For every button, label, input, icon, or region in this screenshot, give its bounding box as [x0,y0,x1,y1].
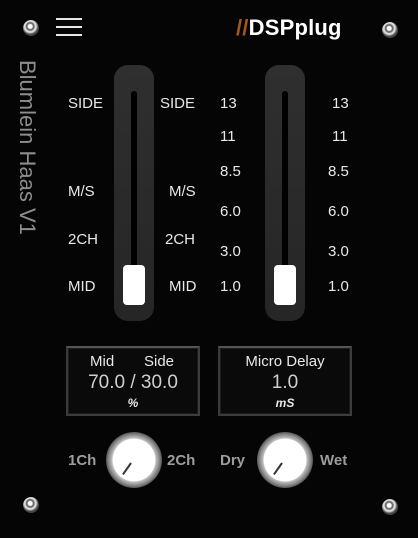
delay-unit: mS [275,396,295,410]
brand-slashes: // [236,15,249,40]
plugin-title: Blumlein Haas V1 [15,60,40,235]
mix-knob-min-label: Dry [220,452,246,469]
delay-scale-left: 8.5 [220,163,241,180]
delay-scale-left: 6.0 [220,203,241,220]
mode-fader[interactable] [114,65,154,321]
delay-scale-left: 13 [220,95,237,112]
plugin-title-container: Blumlein Haas V1 [15,60,50,260]
balance-label-side: Side [144,353,175,370]
screw-icon [382,499,398,515]
mode-label-side-left: SIDE [68,95,104,112]
brand-logo: //DSPplug [236,15,342,41]
delay-scale-left: 11 [220,128,236,145]
mode-label-mid-left: MID [68,278,96,295]
screw-icon [382,22,398,38]
mode-label-2ch-left: 2CH [68,231,99,248]
delay-scale-right: 3.0 [328,243,349,260]
delay-scale-right: 8.5 [328,163,349,180]
balance-value: 70.0 / 30.0 [88,372,178,393]
plugin-panel: //DSPplug Blumlein Haas V1 SIDE M/S 2CH … [0,0,418,538]
mode-label-ms-left: M/S [68,183,95,200]
mode-label-side-right: SIDE [160,95,196,112]
delay-scale-right: 13 [332,95,349,112]
delay-fader[interactable] [265,65,305,321]
mode-label-ms-right: M/S [169,183,196,200]
mode-label-mid-right: MID [169,278,197,295]
mix-knob[interactable] [257,432,313,488]
mix-knob-max-label: Wet [320,452,348,469]
delay-fader-handle[interactable] [274,265,296,305]
delay-scale-left: 3.0 [220,243,241,260]
delay-display: Micro Delay 1.0 mS [218,346,352,416]
screw-icon [23,497,39,513]
mode-label-2ch-right: 2CH [165,231,196,248]
delay-scale-right: 6.0 [328,203,349,220]
channels-knob-min-label: 1Ch [68,452,97,469]
delay-display-label: Micro Delay [245,353,325,370]
channels-knob-max-label: 2Ch [167,452,196,469]
delay-scale-right: 1.0 [328,278,349,295]
delay-scale-right: 11 [332,128,348,145]
knob-indicator [273,462,283,476]
channels-knob[interactable] [106,432,162,488]
mode-fader-handle[interactable] [123,265,145,305]
delay-value: 1.0 [271,372,299,393]
balance-display: Mid Side 70.0 / 30.0 % [66,346,200,416]
brand-name: DSPplug [248,15,342,40]
knob-indicator [122,462,132,476]
delay-scale-left: 1.0 [220,278,241,295]
balance-label-mid: Mid [90,353,115,370]
hamburger-menu-icon[interactable] [56,18,82,38]
balance-unit: % [127,396,139,410]
screw-icon [23,20,39,36]
